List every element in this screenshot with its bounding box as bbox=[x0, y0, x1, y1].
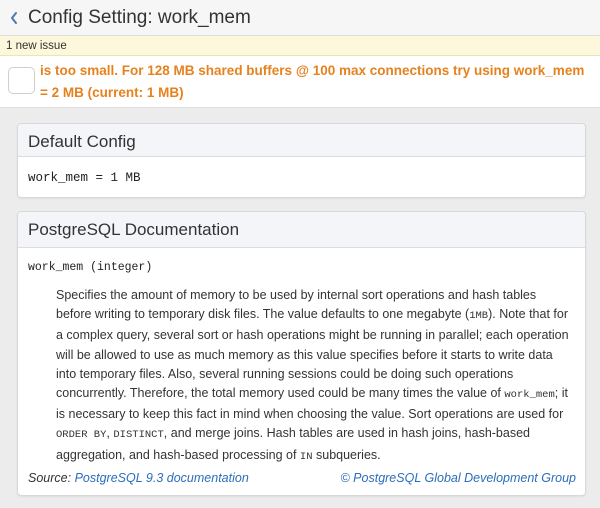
default-config-card: Default Config work_mem = 1 MB bbox=[17, 123, 586, 198]
desc-code: ORDER BY bbox=[56, 429, 107, 442]
default-config-title: Default Config bbox=[18, 124, 585, 157]
source-link[interactable]: PostgreSQL 9.3 documentation bbox=[75, 471, 249, 485]
page-title: Config Setting: work_mem bbox=[28, 6, 251, 28]
source-label: Source: bbox=[28, 471, 72, 485]
default-config-value: work_mem = 1 MB bbox=[28, 171, 141, 185]
issue-count-label: 1 new issue bbox=[6, 40, 67, 52]
issue-item: is too small. For 128 MB shared buffers … bbox=[0, 56, 600, 108]
desc-code: IN bbox=[299, 450, 313, 463]
source-attribution: Source: PostgreSQL 9.3 documentation bbox=[28, 471, 249, 485]
chevron-left-icon[interactable] bbox=[4, 8, 24, 28]
issue-checkbox[interactable] bbox=[8, 67, 35, 94]
header-bar: Config Setting: work_mem bbox=[0, 0, 600, 36]
desc-text: Specifies the amount of memory to be use… bbox=[56, 288, 537, 322]
issue-count-bar: 1 new issue bbox=[0, 36, 600, 56]
parameter-description: Specifies the amount of memory to be use… bbox=[56, 286, 571, 467]
documentation-title: PostgreSQL Documentation bbox=[18, 212, 585, 248]
issue-message: is too small. For 128 MB shared buffers … bbox=[40, 63, 585, 100]
desc-code: work_mem bbox=[504, 389, 555, 402]
desc-code: 1MB bbox=[469, 310, 489, 323]
parameter-signature: work_mem (integer) bbox=[28, 261, 153, 274]
desc-code: DISTINCT bbox=[113, 429, 164, 442]
source-line: Source: PostgreSQL 9.3 documentation © P… bbox=[28, 471, 576, 485]
desc-text: subqueries. bbox=[312, 447, 381, 462]
documentation-card: PostgreSQL Documentation work_mem (integ… bbox=[17, 211, 586, 496]
copyright-link[interactable]: © PostgreSQL Global Development Group bbox=[341, 471, 577, 485]
